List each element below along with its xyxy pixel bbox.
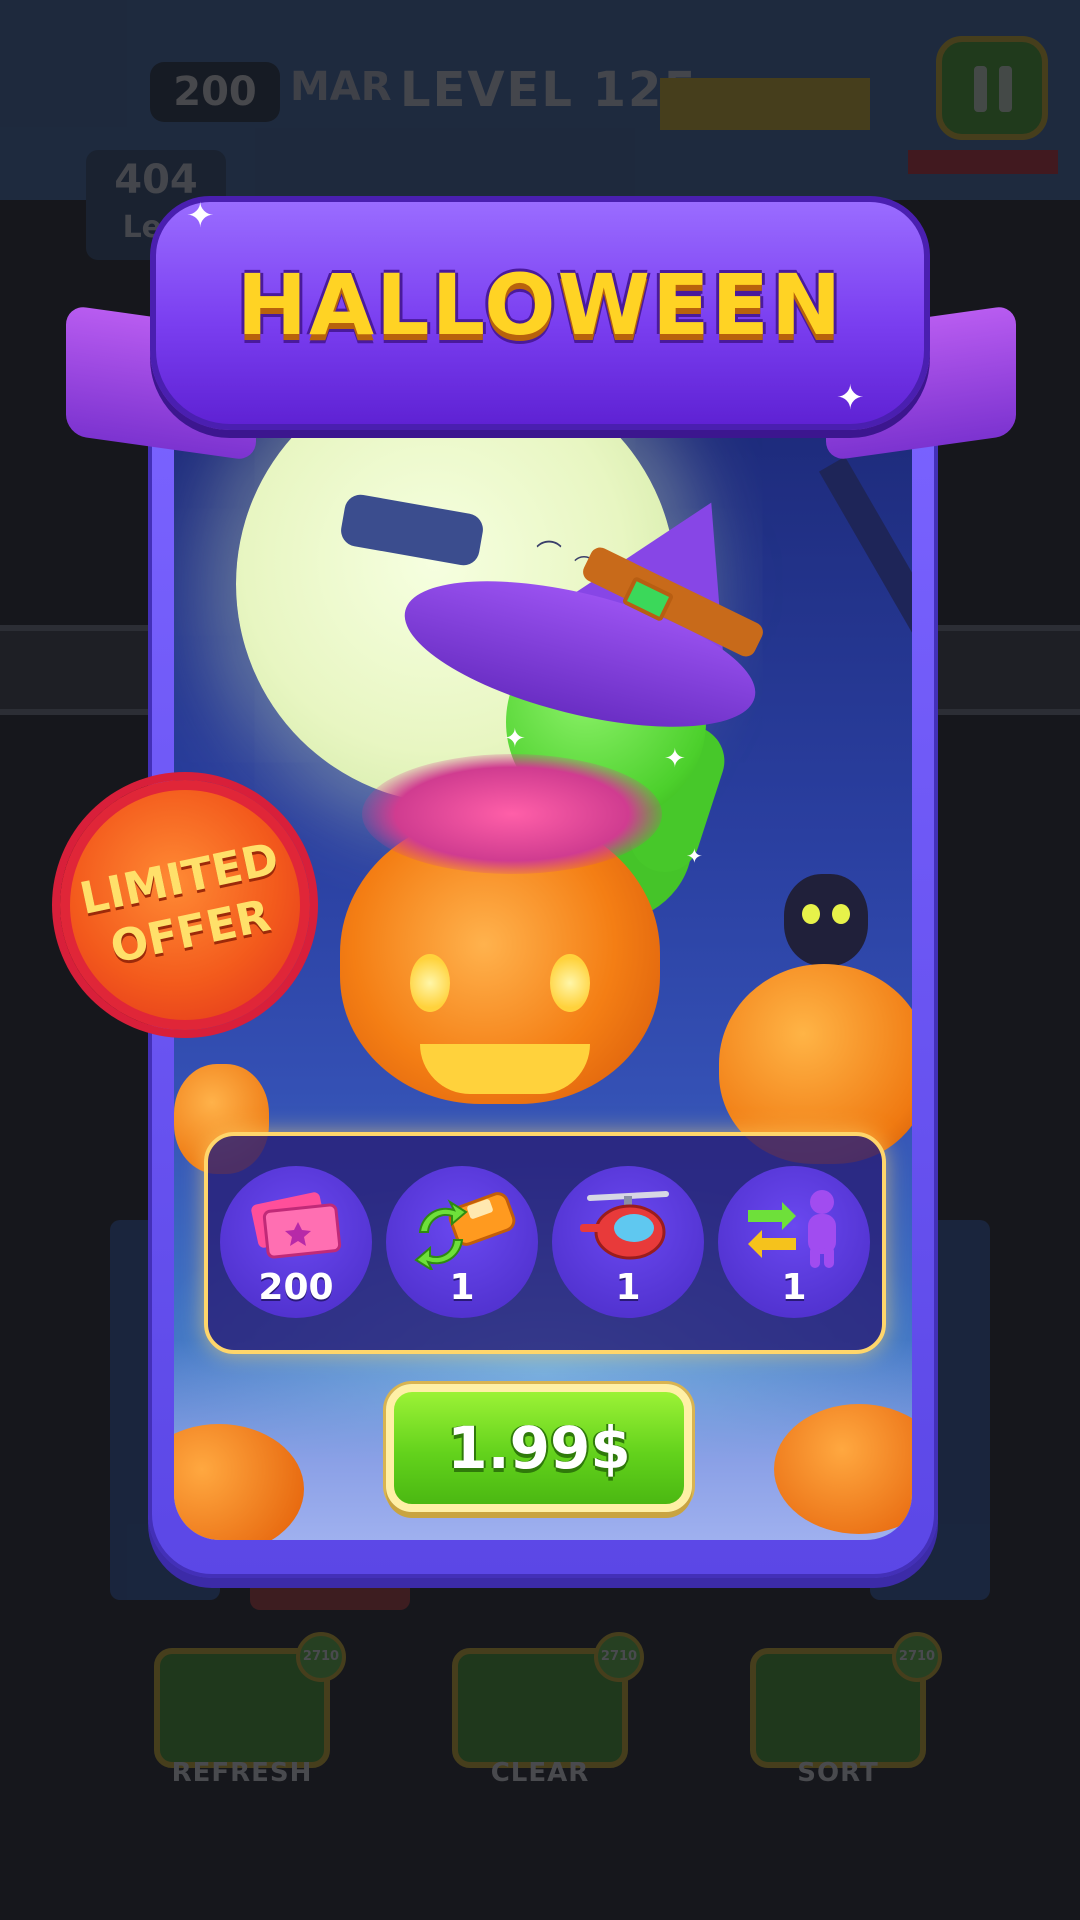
price-label: 1.99$ (447, 1414, 631, 1482)
power-cost-badge: 2710 (296, 1632, 346, 1682)
level-label: LEVEL 125 (400, 62, 699, 118)
refresh-car-icon (414, 1192, 516, 1270)
sparkle-icon: ✦ (504, 724, 526, 754)
pumpkin-eye (550, 954, 590, 1012)
pause-icon (974, 66, 1012, 112)
pumpkin-mouth (420, 1044, 590, 1094)
popup-title: HALLOWEEN (236, 256, 844, 354)
helicopter-icon (580, 1191, 669, 1260)
cat-eye (832, 904, 850, 924)
black-cat (784, 874, 868, 966)
reward-count: 200 (258, 1267, 334, 1308)
cat-eye (802, 904, 820, 924)
sparkle-icon: ✦ (664, 744, 686, 774)
power-cost-badge: 2710 (892, 1632, 942, 1682)
level-progress-bar (660, 78, 870, 130)
sort-swap-icon (748, 1190, 836, 1268)
reward-helicopter: 1 (552, 1166, 704, 1318)
reward-tickets: 200 (220, 1166, 372, 1318)
sort-power-button[interactable]: 2710 SORT (750, 1632, 942, 1788)
pumpkin-eye (410, 954, 450, 1012)
sparkle-icon: ✦ (836, 378, 865, 418)
bat-icon: ⌒ (536, 540, 563, 570)
clear-power-button[interactable]: 2710 CLEAR (452, 1632, 644, 1788)
coin-counter: 200 (150, 62, 280, 122)
buy-button[interactable]: 1.99$ (386, 1384, 692, 1512)
reward-refresh: 1 (386, 1166, 538, 1318)
refresh-power-button[interactable]: 2710 REFRESH (154, 1632, 346, 1788)
power-cost-badge: 2710 (594, 1632, 644, 1682)
reward-panel: 200 1 1 1 (204, 1132, 886, 1354)
reward-count: 1 (781, 1267, 807, 1308)
reward-count: 1 (615, 1267, 641, 1308)
limited-offer-text: LIMITED OFFER (61, 829, 308, 982)
power-label: SORT (797, 1758, 879, 1788)
reward-count: 1 (449, 1267, 475, 1308)
reward-sort: 1 (718, 1166, 870, 1318)
limited-offer-badge: LIMITED OFFER (60, 780, 310, 1030)
tickets-icon (251, 1192, 342, 1259)
candy-pile (362, 754, 662, 874)
title-banner: HALLOWEEN ✦ ✦ (150, 196, 930, 430)
sparkle-icon: ✦ (686, 844, 703, 868)
power-label: CLEAR (490, 1758, 590, 1788)
pause-button[interactable] (936, 36, 1048, 140)
power-label: REFRESH (171, 1758, 313, 1788)
shop-sign-text: MAR (290, 64, 392, 110)
sparkle-icon: ✦ (186, 196, 215, 236)
warning-bar (908, 150, 1058, 174)
spooky-tree (819, 456, 912, 732)
